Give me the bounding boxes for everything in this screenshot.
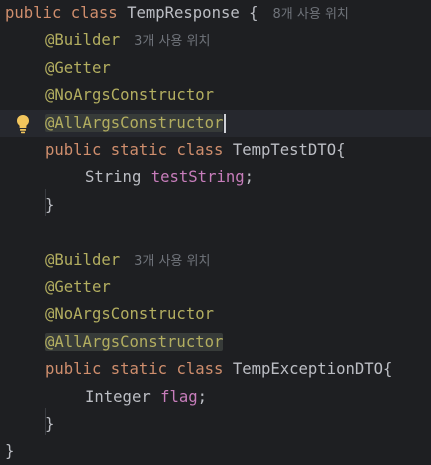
keyword-token: class bbox=[176, 141, 224, 159]
usages-hint[interactable]: 3개 사용 위치 bbox=[134, 254, 210, 269]
annotation-token: @Getter bbox=[45, 278, 111, 296]
code-line[interactable]: public static class TempExceptionDTO{ bbox=[45, 356, 431, 383]
keyword-token: static bbox=[110, 360, 168, 379]
keyword-token: class bbox=[176, 360, 224, 379]
code-line[interactable]: @AllArgsConstructor bbox=[45, 110, 431, 137]
class-name-token: TempTestDTO{ bbox=[232, 141, 346, 159]
keyword-token: public bbox=[45, 141, 102, 159]
annotation-token: @NoArgsConstructor bbox=[45, 305, 214, 324]
keyword-token: public bbox=[45, 360, 102, 379]
code-line[interactable]: @NoArgsConstructor bbox=[45, 301, 431, 328]
field-token: flag bbox=[160, 387, 198, 406]
annotation-token: @AllArgsConstructor bbox=[45, 332, 224, 351]
code-line[interactable]: @NoArgsConstructor bbox=[45, 82, 431, 109]
class-name-token: TempResponse bbox=[127, 4, 240, 22]
code-line[interactable]: @Builder 3개 사용 위치 bbox=[45, 27, 431, 54]
brace-token: } bbox=[45, 415, 55, 433]
brace-token: } bbox=[5, 442, 15, 460]
keyword-token: static bbox=[110, 141, 168, 159]
code-line[interactable]: @Builder 3개 사용 위치 bbox=[45, 247, 431, 274]
brace-token: } bbox=[45, 195, 55, 214]
type-token: String bbox=[85, 168, 142, 187]
code-line[interactable]: } bbox=[45, 192, 431, 219]
code-line[interactable]: } bbox=[45, 411, 431, 438]
semicolon-token: ; bbox=[244, 168, 255, 187]
keyword-token: public bbox=[5, 4, 62, 22]
field-token: testString bbox=[150, 168, 245, 187]
annotation-token: @AllArgsConstructor bbox=[45, 113, 224, 132]
annotation-token: @Getter bbox=[45, 58, 111, 77]
code-line[interactable]: public class TempResponse {8개 사용 위치 bbox=[5, 0, 431, 27]
intention-bulb-icon[interactable] bbox=[16, 114, 30, 134]
annotation-token: @NoArgsConstructor bbox=[45, 86, 214, 105]
usages-hint[interactable]: 3개 사용 위치 bbox=[134, 34, 210, 49]
class-name-token: TempExceptionDTO{ bbox=[232, 360, 393, 379]
code-editor[interactable]: public class TempResponse {8개 사용 위치 @Bui… bbox=[0, 0, 431, 465]
annotation-token: @Builder bbox=[45, 250, 121, 269]
code-line[interactable]: @Getter bbox=[45, 55, 431, 82]
code-line[interactable]: public static class TempTestDTO{ bbox=[45, 137, 431, 164]
semicolon-token: ; bbox=[197, 387, 208, 406]
usages-hint[interactable]: 8개 사용 위치 bbox=[273, 7, 349, 22]
code-line[interactable]: @AllArgsConstructor bbox=[45, 329, 431, 356]
code-line[interactable]: @Getter bbox=[45, 274, 431, 301]
type-token: Integer bbox=[85, 387, 151, 406]
brace-token: { bbox=[249, 4, 259, 22]
code-line[interactable]: Integer flag; bbox=[85, 384, 431, 411]
annotation-token: @Builder bbox=[45, 31, 121, 50]
code-line[interactable] bbox=[45, 219, 431, 246]
code-line[interactable]: } bbox=[5, 438, 431, 465]
code-line[interactable]: String testString; bbox=[85, 164, 431, 191]
keyword-token: class bbox=[70, 4, 118, 22]
text-caret bbox=[224, 113, 226, 133]
